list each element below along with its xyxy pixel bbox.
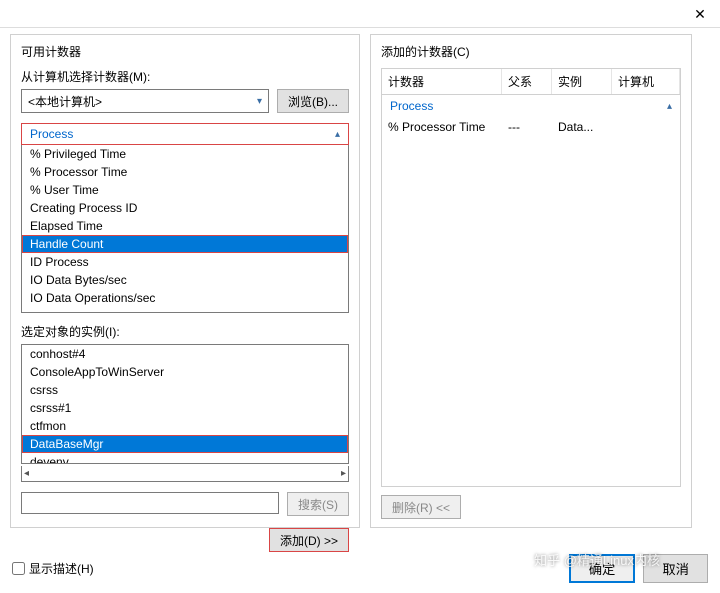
- table-cell: ---: [502, 117, 552, 137]
- show-desc-label: 显示描述(H): [29, 560, 94, 577]
- counter-group-name: Process: [30, 127, 73, 141]
- collapse-icon: ▴: [335, 129, 340, 140]
- col-parent[interactable]: 父系: [502, 69, 552, 94]
- instance-label: 选定对象的实例(I):: [21, 323, 349, 340]
- computer-combo[interactable]: <本地计算机> ▾: [21, 89, 269, 113]
- counter-item[interactable]: Elapsed Time: [22, 217, 348, 235]
- table-cell: [612, 117, 680, 137]
- computer-label: 从计算机选择计数器(M):: [21, 68, 349, 85]
- remove-button[interactable]: 删除(R) <<: [381, 495, 461, 519]
- instance-item[interactable]: devenv: [22, 453, 348, 464]
- counter-item[interactable]: % Privileged Time: [22, 145, 348, 163]
- content-area: 可用计数器 从计算机选择计数器(M): <本地计算机> ▾ 浏览(B)... P…: [0, 28, 720, 538]
- table-header: 计数器 父系 实例 计算机: [382, 69, 680, 95]
- scroll-right-icon[interactable]: ▸: [341, 468, 346, 479]
- instance-listbox[interactable]: conhost#4ConsoleAppToWinServercsrsscsrss…: [21, 344, 349, 464]
- instance-item[interactable]: ConsoleAppToWinServer: [22, 363, 348, 381]
- counter-item[interactable]: IO Data Bytes/sec: [22, 271, 348, 289]
- show-desc-input[interactable]: [12, 562, 25, 575]
- added-title: 添加的计数器(C): [381, 43, 681, 60]
- counter-item[interactable]: IO Data Operations/sec: [22, 289, 348, 307]
- table-row[interactable]: % Processor Time---Data...: [382, 117, 680, 137]
- instance-item[interactable]: csrss: [22, 381, 348, 399]
- counter-item[interactable]: % User Time: [22, 181, 348, 199]
- table-group-row[interactable]: Process ▴: [382, 95, 680, 117]
- table-cell: % Processor Time: [382, 117, 502, 137]
- search-input[interactable]: [21, 492, 279, 514]
- col-instance[interactable]: 实例: [552, 69, 612, 94]
- counter-item[interactable]: ID Process: [22, 253, 348, 271]
- counter-listbox[interactable]: % Privileged Time% Processor Time% User …: [21, 145, 349, 313]
- titlebar: ✕: [0, 0, 720, 28]
- search-button[interactable]: 搜索(S): [287, 492, 349, 516]
- added-counters-panel: 添加的计数器(C) 计数器 父系 实例 计算机 Process ▴ % Proc…: [370, 34, 692, 528]
- col-computer[interactable]: 计算机: [612, 69, 680, 94]
- counter-group-header[interactable]: Process ▴: [21, 123, 349, 145]
- table-body: % Processor Time---Data...: [382, 117, 680, 137]
- computer-value: <本地计算机>: [28, 93, 102, 110]
- counter-item[interactable]: Creating Process ID: [22, 199, 348, 217]
- instance-item[interactable]: conhost#4: [22, 345, 348, 363]
- dialog-window: ✕ 可用计数器 从计算机选择计数器(M): <本地计算机> ▾ 浏览(B)...…: [0, 0, 720, 593]
- counter-item[interactable]: % Processor Time: [22, 163, 348, 181]
- close-button[interactable]: ✕: [680, 0, 720, 28]
- browse-button[interactable]: 浏览(B)...: [277, 89, 349, 113]
- scroll-left-icon[interactable]: ◂: [24, 468, 29, 479]
- added-counters-table: 计数器 父系 实例 计算机 Process ▴ % Processor Time…: [381, 68, 681, 487]
- show-description-checkbox[interactable]: 显示描述(H): [12, 560, 94, 577]
- horizontal-scrollbar[interactable]: ◂ ▸: [21, 466, 349, 482]
- group-name: Process: [390, 99, 433, 113]
- table-cell: Data...: [552, 117, 612, 137]
- instance-item[interactable]: DataBaseMgr: [22, 435, 348, 453]
- add-button[interactable]: 添加(D) >>: [269, 528, 349, 552]
- instance-item[interactable]: ctfmon: [22, 417, 348, 435]
- col-counter[interactable]: 计数器: [382, 69, 502, 94]
- available-counters-panel: 可用计数器 从计算机选择计数器(M): <本地计算机> ▾ 浏览(B)... P…: [10, 34, 360, 528]
- instance-item[interactable]: csrss#1: [22, 399, 348, 417]
- watermark-text: 知乎 @精通Linux内核: [534, 550, 660, 569]
- chevron-down-icon: ▾: [257, 96, 262, 107]
- available-title: 可用计数器: [21, 43, 349, 60]
- counter-item[interactable]: Handle Count: [22, 235, 348, 253]
- group-collapse-icon: ▴: [667, 101, 672, 112]
